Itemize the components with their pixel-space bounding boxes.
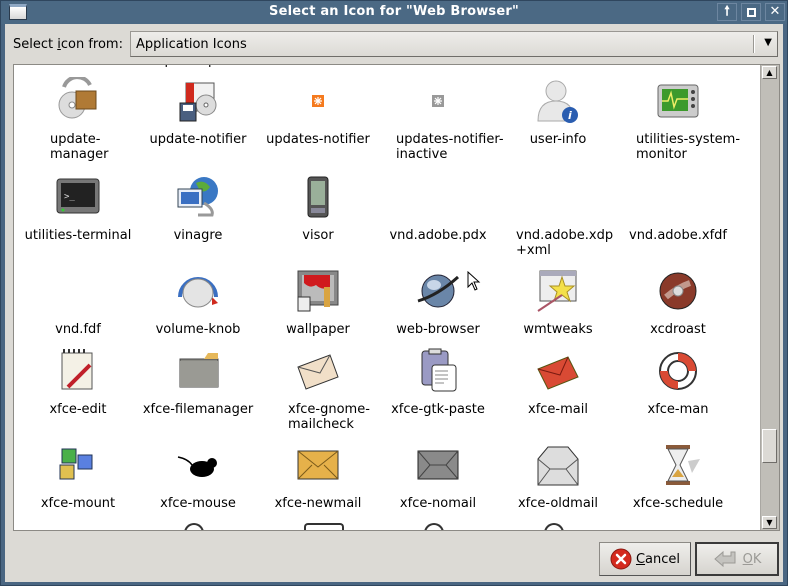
vnd-adobe-xdp-xml-icon — [534, 173, 582, 221]
icon-label: vnd.adobe.pdx — [389, 228, 487, 243]
ok-button[interactable]: OK — [695, 542, 779, 576]
user-info-icon: i — [534, 77, 582, 125]
dialog-content: Select icon from: Application Icons ▼ po… — [5, 24, 783, 582]
icon-source-value: Application Icons — [136, 37, 247, 52]
icon-view[interactable]: pocketpc update- managerupdate-notifieru… — [14, 65, 760, 530]
update-manager-icon — [54, 77, 102, 125]
vnd-fdf-icon — [54, 267, 102, 315]
xfce-gtk-paste-icon — [414, 347, 462, 395]
partial-icon-bottom — [424, 523, 444, 530]
volume-knob-icon — [174, 267, 222, 315]
ok-icon — [713, 550, 736, 568]
icon-view-frame: pocketpc update- managerupdate-notifieru… — [13, 64, 780, 531]
icon-label: xfce-schedule — [632, 496, 724, 511]
arrow-up-icon: 🠕 — [724, 4, 730, 19]
icon-label: xfce-filemanager — [142, 402, 254, 417]
ok-label: OK — [742, 551, 762, 567]
xfce-schedule-icon — [654, 441, 702, 489]
xfce-mail-icon — [534, 347, 582, 395]
mouse-pointer-icon — [467, 271, 481, 291]
icon-label: updates-notifier — [266, 132, 370, 147]
icon-label: xfce-gtk-paste — [391, 402, 485, 417]
maximize-button[interactable] — [741, 3, 761, 21]
cancel-icon — [610, 548, 632, 570]
titlebar[interactable]: Select an Icon for "Web Browser" 🠕 ✕ — [1, 1, 787, 24]
vertical-scrollbar[interactable]: ▲ ▼ — [760, 65, 779, 530]
icon-label: xfce-mouse — [160, 496, 236, 511]
icon-label: xcdroast — [650, 322, 706, 337]
update-notifier-icon — [174, 77, 222, 125]
icon-label: xfce-mount — [40, 496, 116, 511]
icon-label: xfce-edit — [49, 402, 107, 417]
icon-label: updates-notifier- inactive — [396, 132, 504, 162]
dropdown-arrow-icon: ▼ — [764, 37, 772, 48]
partial-icon-bottom — [184, 523, 204, 530]
icon-label: vnd.adobe.xdp +xml — [516, 228, 614, 258]
shade-button[interactable]: 🠕 — [717, 3, 737, 21]
xfce-filemanager-icon — [174, 347, 222, 395]
xfce-man-icon — [654, 347, 702, 395]
web-browser-icon — [414, 267, 462, 315]
icon-source-combo[interactable]: Application Icons ▼ — [130, 31, 778, 57]
xfce-mouse-icon — [174, 441, 222, 489]
partial-icon-bottom — [304, 523, 344, 530]
wallpaper-icon — [294, 267, 342, 315]
source-label: Select icon from: — [13, 37, 123, 52]
icon-label: utilities-terminal — [24, 228, 132, 243]
icon-label: vnd.fdf — [55, 322, 101, 337]
cancel-label: Cancel — [635, 551, 681, 567]
xfce-nomail-icon — [414, 441, 462, 489]
scroll-down-button[interactable]: ▼ — [762, 516, 777, 529]
icon-label: volume-knob — [155, 322, 241, 337]
wmtweaks-icon — [534, 267, 582, 315]
icon-label: xfce-man — [647, 402, 709, 417]
visor-icon — [294, 173, 342, 221]
updates-notifier-icon — [294, 77, 342, 125]
xfce-gnome-mailcheck-icon — [294, 347, 342, 395]
icon-label: vnd.adobe.xfdf — [629, 228, 727, 243]
xfce-edit-icon — [54, 347, 102, 395]
svg-text:>_: >_ — [64, 192, 75, 202]
vinagre-icon — [174, 173, 222, 221]
utilities-system-monitor-icon — [654, 77, 702, 125]
updates-notifier-inactive-icon — [414, 77, 462, 125]
cancel-button[interactable]: Cancel — [599, 542, 691, 576]
partial-icon-bottom — [544, 523, 564, 530]
close-window-button[interactable]: ✕ — [765, 3, 785, 21]
close-icon: ✕ — [769, 4, 781, 19]
icon-label: update-notifier — [149, 132, 247, 147]
icon-label: xfce-newmail — [274, 496, 362, 511]
xcdroast-icon — [654, 267, 702, 315]
combo-separator — [753, 35, 755, 53]
arrow-up-icon: ▲ — [766, 68, 773, 77]
svg-text:i: i — [568, 109, 572, 122]
icon-label: wallpaper — [286, 322, 350, 337]
icon-chooser-dialog: Select an Icon for "Web Browser" 🠕 ✕ Sel… — [0, 0, 788, 586]
icon-label: user-info — [529, 132, 587, 147]
xfce-mount-icon — [54, 441, 102, 489]
icon-label: wmtweaks — [523, 322, 593, 337]
icon-label: xfce-nomail — [399, 496, 477, 511]
icon-label: xfce-oldmail — [517, 496, 599, 511]
window-title: Select an Icon for "Web Browser" — [269, 4, 519, 19]
xfce-oldmail-icon — [534, 441, 582, 489]
icon-label: web-browser — [396, 322, 480, 337]
icon-label: visor — [302, 228, 334, 243]
utilities-terminal-icon: >_ — [54, 173, 102, 221]
arrow-down-icon: ▼ — [766, 518, 773, 527]
icon-label: utilities-system- monitor — [636, 132, 741, 162]
scrollbar-thumb[interactable] — [762, 429, 777, 463]
maximize-icon — [746, 8, 756, 17]
scroll-up-button[interactable]: ▲ — [762, 66, 777, 79]
icon-label: vinagre — [173, 228, 223, 243]
icon-label: xfce-mail — [528, 402, 588, 417]
vnd-adobe-xfdf-icon — [654, 173, 702, 221]
vnd-adobe-pdx-icon — [414, 173, 462, 221]
xfce-newmail-icon — [294, 441, 342, 489]
